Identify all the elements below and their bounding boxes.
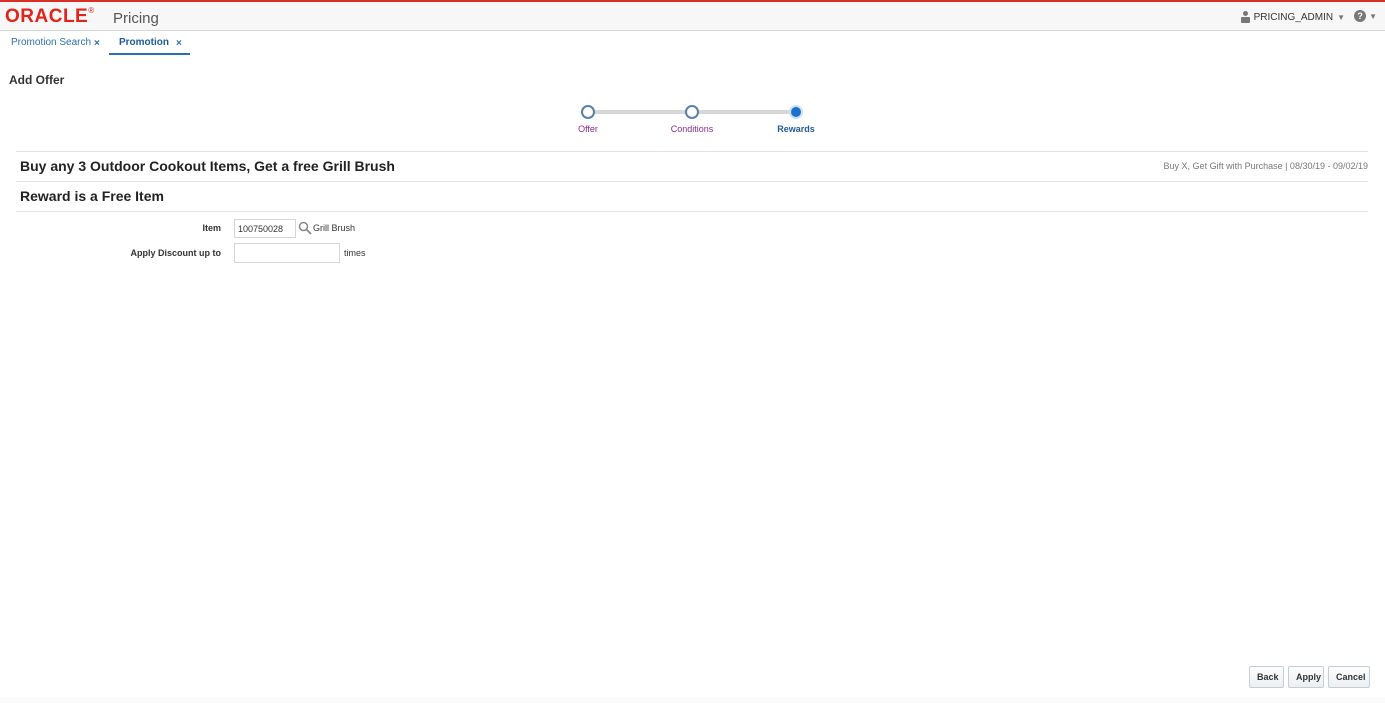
help-icon: ? (1354, 10, 1367, 22)
train-stop-label-offer[interactable]: Offer (578, 124, 598, 134)
oracle-logo: ORACLE® (5, 6, 95, 27)
back-button[interactable]: Back (1249, 666, 1284, 688)
train-stop-conditions[interactable] (685, 105, 699, 119)
footer-band (0, 697, 1385, 703)
user-name: PRICING_ADMIN (1253, 11, 1334, 23)
apply-discount-input[interactable] (234, 243, 340, 263)
section-divider (16, 151, 1368, 152)
item-label: Item (202, 223, 221, 233)
user-menu[interactable]: PRICING_ADMIN ▼ (1240, 11, 1345, 23)
help-menu[interactable]: ? ▼ (1354, 10, 1377, 22)
chevron-down-icon: ▼ (1369, 11, 1377, 21)
item-input[interactable] (234, 219, 296, 238)
active-tab-indicator (109, 53, 190, 55)
page-title: Add Offer (9, 73, 65, 87)
app-header: ORACLE® Pricing PRICING_ADMIN ▼ ? ▼ (0, 2, 1385, 31)
document-tabs: Promotion Search × Promotion × (0, 31, 1385, 56)
train-stop-rewards[interactable] (789, 105, 803, 119)
section-divider (16, 181, 1368, 182)
cancel-button[interactable]: Cancel (1328, 666, 1370, 688)
apply-discount-suffix: times (344, 248, 366, 258)
offer-meta: Buy X, Get Gift with Purchase | 08/30/19… (1163, 161, 1368, 171)
close-icon[interactable]: × (94, 38, 100, 49)
reward-title: Reward is a Free Item (20, 188, 164, 204)
train-connector (694, 110, 796, 114)
search-icon[interactable] (298, 221, 312, 235)
tab-label: Promotion Search (11, 37, 92, 48)
section-divider (16, 211, 1368, 212)
train-connector (590, 110, 694, 114)
tab-promotion-search[interactable]: Promotion Search × (11, 37, 100, 55)
apply-discount-label: Apply Discount up to (130, 248, 222, 258)
offer-title: Buy any 3 Outdoor Cookout Items, Get a f… (20, 158, 395, 174)
tab-label: Promotion (119, 37, 169, 48)
app-name: Pricing (113, 10, 159, 27)
train-stop-offer[interactable] (581, 105, 595, 119)
train-stop-label-rewards: Rewards (777, 124, 815, 134)
close-icon[interactable]: × (176, 38, 182, 49)
chevron-down-icon: ▼ (1337, 12, 1345, 22)
user-icon (1240, 11, 1250, 23)
apply-button[interactable]: Apply (1288, 666, 1324, 688)
item-description: Grill Brush (313, 223, 356, 233)
train-stop-label-conditions[interactable]: Conditions (671, 124, 714, 134)
